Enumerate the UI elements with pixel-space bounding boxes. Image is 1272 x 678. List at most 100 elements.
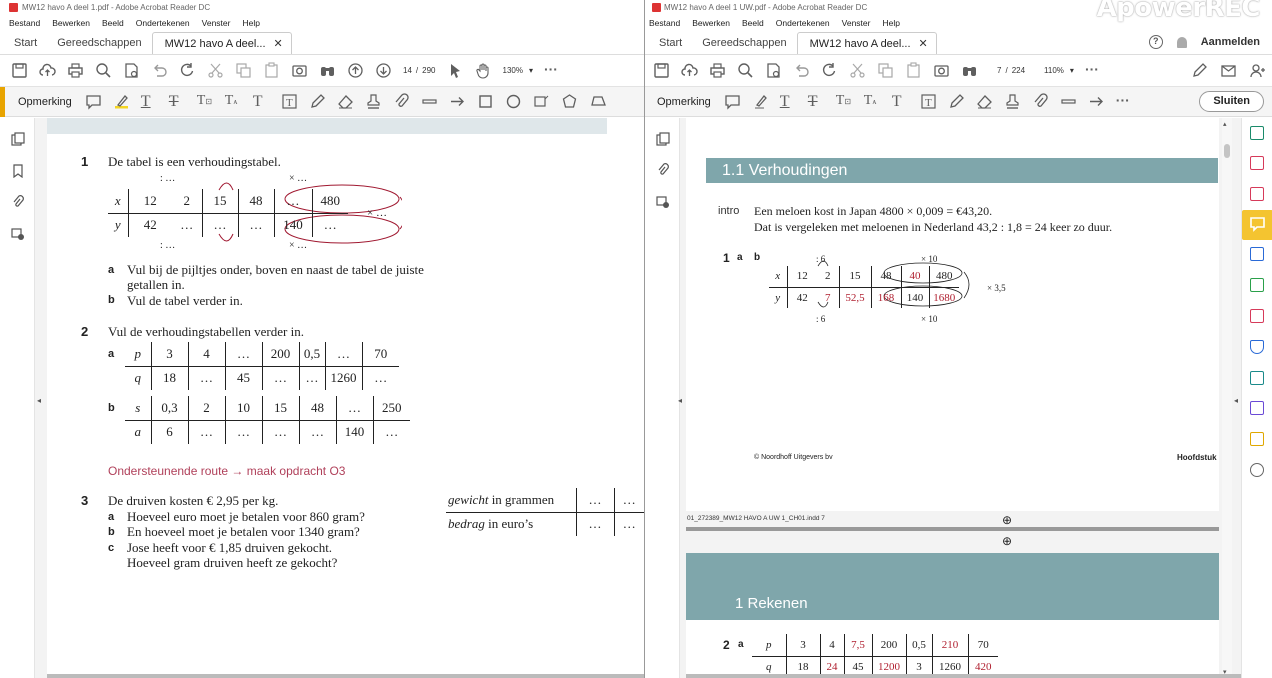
eraser-icon[interactable] <box>337 93 354 110</box>
save-icon[interactable] <box>653 62 670 79</box>
underline-text-icon[interactable]: T <box>141 93 158 110</box>
polygon-icon[interactable] <box>561 93 578 110</box>
zoom-dropdown[interactable]: 110% ▾ <box>1044 66 1074 75</box>
redo-icon[interactable] <box>179 62 196 79</box>
horizontal-scrollbar[interactable] <box>47 674 644 678</box>
cloud-shape-icon[interactable] <box>589 93 606 110</box>
print-icon[interactable] <box>67 62 84 79</box>
oval-icon[interactable] <box>505 93 522 110</box>
replace-text-icon[interactable]: T⊡ <box>197 93 214 110</box>
cut-icon[interactable] <box>849 62 866 79</box>
menu-bewerken[interactable]: Bewerken <box>52 15 90 31</box>
close-button[interactable]: Sluiten <box>1199 91 1264 112</box>
upload-cloud-icon[interactable] <box>681 62 698 79</box>
bookmark-icon[interactable] <box>11 164 25 179</box>
tab-start[interactable]: Start <box>4 32 47 54</box>
menu-beeld[interactable]: Beeld <box>742 15 764 31</box>
paste-icon[interactable] <box>263 62 280 79</box>
menu-venster[interactable]: Venster <box>202 15 231 31</box>
protect-icon[interactable] <box>1250 340 1264 354</box>
highlighter-icon[interactable] <box>752 93 769 110</box>
pencil-icon[interactable] <box>948 93 965 110</box>
strikethrough-icon[interactable]: T <box>169 93 186 110</box>
collapse-left-icon[interactable]: ◂ <box>37 396 41 405</box>
document-area[interactable]: ◂ 1 De tabel is een verhoudingstabel. : … <box>0 118 644 678</box>
menu-venster[interactable]: Venster <box>842 15 871 31</box>
support-route-link[interactable]: Ondersteunende route → maak opdracht O3 <box>108 464 345 478</box>
collapse-left-icon[interactable]: ◂ <box>678 396 682 405</box>
close-tab-icon[interactable]: ✕ <box>274 33 283 55</box>
comment-icon[interactable] <box>724 93 741 110</box>
fill-sign-icon[interactable] <box>1250 309 1264 323</box>
page-down-icon[interactable] <box>375 62 392 79</box>
menu-bestand[interactable]: Bestand <box>649 15 680 31</box>
menu-help[interactable]: Help <box>882 15 899 31</box>
export-pdf-icon[interactable] <box>1250 126 1264 140</box>
redo-icon[interactable] <box>821 62 838 79</box>
more-annotations-icon[interactable]: ··· <box>1116 93 1133 110</box>
pages-icon[interactable] <box>656 132 670 146</box>
file-settings-icon[interactable] <box>765 62 782 79</box>
scroll-thumb[interactable] <box>1224 144 1230 158</box>
copy-icon[interactable] <box>235 62 252 79</box>
binoculars-icon[interactable] <box>319 62 336 79</box>
send-for-review-icon[interactable] <box>1250 432 1264 446</box>
menu-ondertekenen[interactable]: Ondertekenen <box>136 15 190 31</box>
document-area[interactable]: ◂ 1.1 Verhoudingen intro Een meloen kost… <box>645 118 1272 678</box>
sign-in-button[interactable]: Aanmelden <box>1201 36 1260 48</box>
collapse-right-icon[interactable]: ◂ <box>1234 396 1238 405</box>
page-current[interactable]: 7 <box>997 66 1001 75</box>
pencil-icon[interactable] <box>309 93 326 110</box>
scroll-up-icon[interactable]: ▴ <box>1223 120 1227 128</box>
comment-icon[interactable] <box>85 93 102 110</box>
arrow-icon[interactable] <box>1088 93 1105 110</box>
save-icon[interactable] <box>11 62 28 79</box>
create-pdf-icon[interactable] <box>1250 156 1264 170</box>
page-up-icon[interactable] <box>347 62 364 79</box>
more-tools-rail-icon[interactable] <box>1250 463 1264 477</box>
organize-pages-icon[interactable] <box>1250 278 1264 292</box>
cut-icon[interactable] <box>207 62 224 79</box>
attach-icon[interactable] <box>393 93 410 110</box>
highlighter-icon[interactable] <box>113 93 130 110</box>
strikethrough-icon[interactable]: T <box>808 93 825 110</box>
pages-icon[interactable] <box>11 132 25 146</box>
menu-beeld[interactable]: Beeld <box>102 15 124 31</box>
tab-tools[interactable]: Gereedschappen <box>47 32 151 54</box>
rectangle-icon[interactable] <box>477 93 494 110</box>
more-tools-icon[interactable]: ··· <box>544 62 561 79</box>
line-icon[interactable] <box>1060 93 1077 110</box>
vertical-scrollbar[interactable]: ▴ ▾ <box>1222 118 1232 678</box>
line-icon[interactable] <box>421 93 438 110</box>
layers-icon[interactable] <box>11 227 25 241</box>
binoculars-icon[interactable] <box>961 62 978 79</box>
menu-ondertekenen[interactable]: Ondertekenen <box>776 15 830 31</box>
eraser-icon[interactable] <box>976 93 993 110</box>
attach-icon[interactable] <box>1032 93 1049 110</box>
search-icon[interactable] <box>737 62 754 79</box>
undo-icon[interactable] <box>793 62 810 79</box>
layers-icon[interactable] <box>656 195 670 209</box>
snapshot-icon[interactable] <box>291 62 308 79</box>
horizontal-scrollbar[interactable] <box>686 674 1241 678</box>
tab-document[interactable]: MW12 havo A deel... ✕ <box>796 32 937 55</box>
page-indicator[interactable]: 7 /224 <box>997 66 1025 75</box>
close-tab-icon[interactable]: ✕ <box>919 33 928 55</box>
help-icon[interactable]: ? <box>1148 35 1163 49</box>
attachment-icon[interactable] <box>11 195 25 209</box>
add-text-icon[interactable]: T <box>253 93 270 110</box>
copy-icon[interactable] <box>877 62 894 79</box>
text-callout-icon[interactable] <box>533 93 550 110</box>
more-tools-icon[interactable]: ··· <box>1085 62 1102 79</box>
search-icon[interactable] <box>95 62 112 79</box>
tab-document[interactable]: MW12 havo A deel... ✕ <box>151 32 292 55</box>
arrow-icon[interactable] <box>449 93 466 110</box>
request-signature-icon[interactable] <box>1250 401 1264 415</box>
insert-text-icon[interactable]: Tᴀ <box>225 93 242 110</box>
zoom-dropdown[interactable]: 130% ▾ <box>503 66 533 75</box>
tab-tools[interactable]: Gereedschappen <box>692 32 796 54</box>
menu-bewerken[interactable]: Bewerken <box>692 15 730 31</box>
scan-ocr-icon[interactable] <box>1250 371 1264 385</box>
underline-text-icon[interactable]: T <box>780 93 797 110</box>
file-settings-icon[interactable] <box>123 62 140 79</box>
